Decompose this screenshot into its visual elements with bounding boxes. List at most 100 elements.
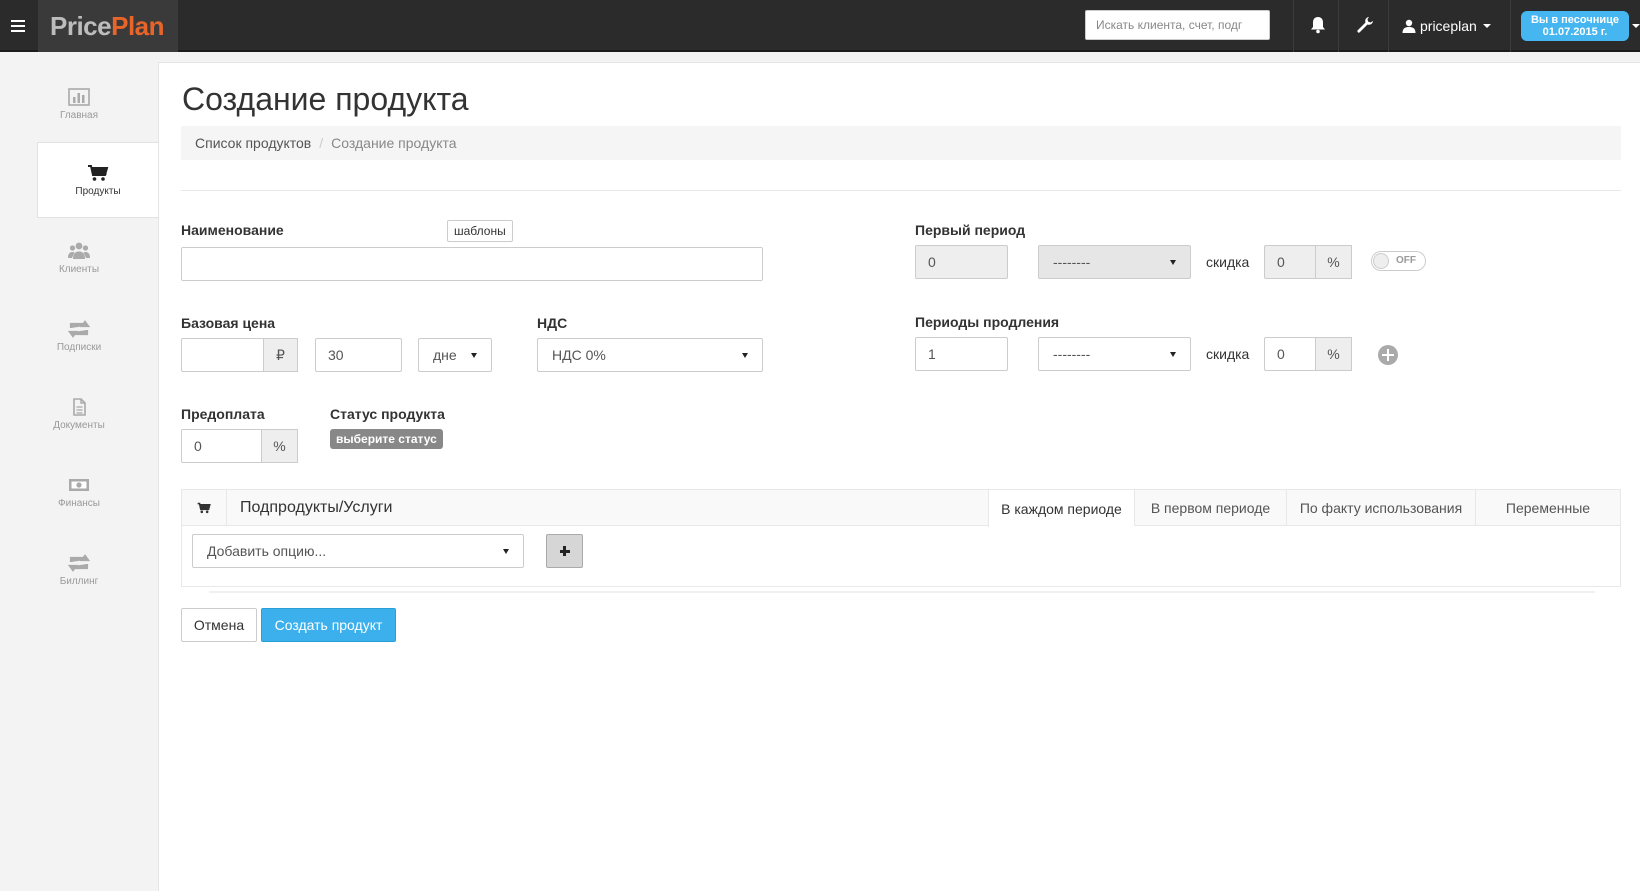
renewal-discount-input[interactable] xyxy=(1264,337,1316,371)
vat-label: НДС xyxy=(537,315,568,331)
caret-down-icon xyxy=(1170,351,1176,357)
chevron-down-icon xyxy=(1482,24,1491,28)
tab-first-period[interactable]: В первом периоде xyxy=(1134,490,1286,526)
first-period-input[interactable] xyxy=(915,245,1008,279)
subproducts-header: Подпродукты/Услуги В каждом периоде В пе… xyxy=(182,490,1620,527)
period-unit-value: дне xyxy=(433,347,457,363)
document-icon xyxy=(73,397,86,416)
sidebar-item-billing[interactable]: Биллинг xyxy=(0,532,158,608)
prepay-input[interactable] xyxy=(181,429,262,463)
tab-usage-based[interactable]: По факту использования xyxy=(1286,490,1475,526)
divider xyxy=(181,190,1621,191)
templates-button[interactable]: шаблоны xyxy=(447,220,513,242)
sidebar: Главная Продукты Клиенты Подписки Докуме… xyxy=(0,54,158,891)
subproducts-cart-cell xyxy=(182,490,227,526)
username-label: priceplan xyxy=(1420,18,1477,34)
sandbox-date: 01.07.2015 г. xyxy=(1542,26,1608,38)
logo-text-plan: Plan xyxy=(111,10,165,41)
base-price-input[interactable] xyxy=(181,338,264,372)
breadcrumb-link-products[interactable]: Список продуктов xyxy=(195,135,311,151)
cart-icon xyxy=(197,502,211,514)
period-count-input[interactable] xyxy=(315,338,402,372)
period-unit-select[interactable]: дне xyxy=(418,338,492,372)
bell-icon[interactable] xyxy=(1310,16,1326,34)
main-content: Создание продукта Список продуктов / Соз… xyxy=(158,62,1640,891)
currency-addon: ₽ xyxy=(263,338,298,372)
caret-down-icon xyxy=(503,548,509,554)
product-name-input[interactable] xyxy=(181,247,763,281)
users-icon xyxy=(68,242,90,259)
prepay-label: Предоплата xyxy=(181,406,265,422)
sidebar-item-label: Подписки xyxy=(56,341,102,353)
name-label: Наименование xyxy=(181,222,284,238)
add-option-placeholder: Добавить опцию... xyxy=(207,543,327,559)
breadcrumb-current: Создание продукта xyxy=(331,135,457,151)
caret-down-icon xyxy=(742,352,748,358)
sidebar-item-subscriptions[interactable]: Подписки xyxy=(0,298,158,374)
page-title: Создание продукта xyxy=(182,81,469,117)
toggle-state-label: OFF xyxy=(1396,255,1416,266)
renewal-unit-select[interactable]: -------- xyxy=(1038,337,1191,371)
add-option-select[interactable]: Добавить опцию... xyxy=(192,534,524,568)
discount-toggle[interactable]: OFF xyxy=(1371,251,1426,271)
retweet-icon xyxy=(68,553,90,572)
add-option-button[interactable] xyxy=(546,534,583,568)
first-period-unit-value: -------- xyxy=(1053,254,1091,270)
percent-addon: % xyxy=(1315,337,1352,371)
discount-label: скидка xyxy=(1206,346,1250,362)
sandbox-badge[interactable]: Вы в песочнице 01.07.2015 г. xyxy=(1521,11,1629,41)
tab-variables[interactable]: Переменные xyxy=(1475,490,1620,526)
sidebar-item-clients[interactable]: Клиенты xyxy=(0,220,158,296)
sidebar-item-documents[interactable]: Документы xyxy=(0,376,158,452)
top-navbar: PricePlan priceplan Вы в песочнице 01.07… xyxy=(0,0,1640,52)
status-badge[interactable]: выберите статус xyxy=(330,429,443,449)
renewal-label: Периоды продления xyxy=(915,314,1060,330)
user-menu[interactable]: priceplan xyxy=(1402,16,1491,36)
sidebar-item-label: Продукты xyxy=(75,185,121,197)
sidebar-item-label: Главная xyxy=(59,109,99,121)
app-logo[interactable]: Price Plan xyxy=(38,0,178,52)
navbar-divider xyxy=(1510,0,1511,52)
cart-icon xyxy=(88,164,109,181)
sidebar-item-home[interactable]: Главная xyxy=(0,66,158,142)
vat-select[interactable]: НДС 0% xyxy=(537,338,763,372)
caret-down-icon xyxy=(471,352,477,358)
sidebar-item-label: Биллинг xyxy=(59,575,99,587)
retweet-icon xyxy=(68,319,90,338)
add-renewal-icon[interactable] xyxy=(1378,345,1398,365)
sidebar-item-products[interactable]: Продукты xyxy=(37,142,158,218)
percent-addon: % xyxy=(261,429,298,463)
navbar-divider xyxy=(1293,0,1294,52)
money-icon xyxy=(69,478,89,491)
menu-toggle-button[interactable] xyxy=(0,0,36,52)
subproducts-panel: Подпродукты/Услуги В каждом периоде В пе… xyxy=(181,489,1621,587)
discount-label: скидка xyxy=(1206,254,1250,270)
toggle-knob xyxy=(1373,253,1389,269)
tab-each-period[interactable]: В каждом периоде xyxy=(988,490,1134,527)
chevron-down-icon[interactable] xyxy=(1632,24,1640,28)
sidebar-item-label: Клиенты xyxy=(58,263,100,275)
breadcrumb-separator: / xyxy=(319,135,324,151)
sidebar-item-finances[interactable]: Финансы xyxy=(0,454,158,530)
status-label: Статус продукта xyxy=(330,406,445,422)
first-discount-input[interactable] xyxy=(1264,245,1316,279)
renewal-input[interactable] xyxy=(915,337,1008,371)
sidebar-item-label: Финансы xyxy=(58,497,100,509)
first-period-unit-select[interactable]: -------- xyxy=(1038,245,1191,279)
global-search-input[interactable] xyxy=(1085,10,1270,40)
sidebar-item-label: Документы xyxy=(53,419,105,431)
bar-chart-icon xyxy=(68,87,90,106)
base-price-label: Базовая цена xyxy=(181,315,276,331)
navbar-divider xyxy=(1338,0,1339,52)
wrench-icon[interactable] xyxy=(1356,16,1374,34)
create-product-button[interactable]: Создать продукт xyxy=(261,608,396,642)
breadcrumb: Список продуктов / Создание продукта xyxy=(181,126,1621,160)
cancel-button[interactable]: Отмена xyxy=(181,608,257,642)
subproducts-footer xyxy=(209,591,1595,593)
logo-text-price: Price xyxy=(50,10,112,41)
first-period-label: Первый период xyxy=(915,222,1026,238)
caret-down-icon xyxy=(1170,259,1176,265)
vat-value: НДС 0% xyxy=(552,347,606,363)
hamburger-icon xyxy=(11,20,25,32)
renewal-unit-value: -------- xyxy=(1053,346,1091,362)
